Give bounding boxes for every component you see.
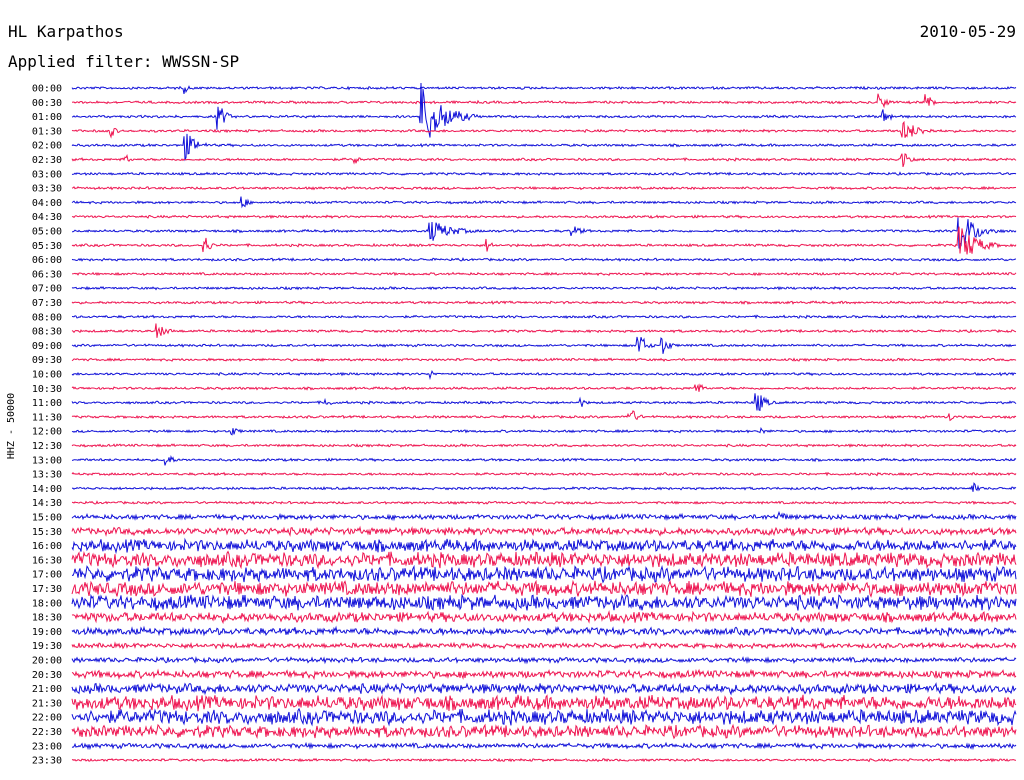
row-time-label: 00:00 [32, 84, 62, 95]
trace-row [71, 82, 1017, 138]
trace-row [71, 426, 1017, 436]
trace-row [71, 482, 1017, 492]
trace-row [71, 682, 1017, 696]
trace-row [71, 393, 1017, 411]
trace-row [71, 510, 1017, 522]
trace-row [71, 336, 1017, 354]
trace-row [71, 525, 1017, 537]
row-time-label: 06:00 [32, 255, 62, 266]
seismogram-plot: HHZ - 50000 00:00 00:30 01:00 01:30 02:00 02:… [6, 82, 1017, 767]
trace-row [71, 120, 1017, 139]
row-time-label: 20:30 [32, 670, 62, 681]
row-time-label: 15:30 [32, 527, 62, 538]
row-time-label: 02:00 [32, 141, 62, 152]
row-time-label: 10:00 [32, 370, 62, 381]
trace-row [71, 593, 1017, 612]
trace-row [71, 668, 1017, 681]
trace-row [71, 655, 1017, 665]
trace-row [71, 285, 1017, 291]
trace-row [71, 410, 1017, 422]
row-time-label: 19:00 [32, 627, 62, 638]
row-time-label: 15:00 [32, 513, 62, 524]
row-time-label: 16:00 [32, 541, 62, 552]
trace-row [71, 443, 1017, 448]
row-time-label: 07:00 [32, 284, 62, 295]
trace-row [71, 369, 1017, 381]
row-time-label: 18:00 [32, 598, 62, 609]
trace-row [71, 271, 1017, 277]
trace-row [71, 625, 1017, 638]
row-time-label: 08:30 [32, 327, 62, 338]
row-time-label: 09:00 [32, 341, 62, 352]
trace-row [71, 537, 1017, 555]
row-time-label: 14:30 [32, 498, 62, 509]
trace-row [71, 723, 1017, 740]
row-time-label: 09:30 [32, 355, 62, 366]
row-time-label: 23:00 [32, 741, 62, 752]
trace-row [71, 610, 1017, 625]
y-axis-label: HHZ - 50000 [6, 393, 17, 459]
row-time-label: 19:30 [32, 641, 62, 652]
row-time-label: 14:00 [32, 484, 62, 495]
trace-row [71, 214, 1017, 220]
row-time-label: 00:30 [32, 98, 62, 109]
row-time-label: 20:00 [32, 656, 62, 667]
row-time-label: 01:30 [32, 126, 62, 137]
row-time-label: 11:00 [32, 398, 62, 409]
row-time-label: 10:30 [32, 384, 62, 395]
row-time-label: 22:30 [32, 727, 62, 738]
row-time-label: 03:30 [32, 184, 62, 195]
trace-row [71, 383, 1017, 392]
row-time-label: 21:30 [32, 698, 62, 709]
row-time-label: 13:30 [32, 470, 62, 481]
trace-row [71, 85, 1017, 94]
row-time-label: 05:00 [32, 227, 62, 238]
trace-row [71, 257, 1017, 262]
trace-row [71, 757, 1016, 763]
row-time-label: 16:30 [32, 555, 62, 566]
trace-row [71, 357, 1017, 362]
trace-row [71, 196, 1017, 209]
trace-row [71, 153, 1017, 168]
row-time-label: 11:30 [32, 412, 62, 423]
trace-row [71, 300, 1017, 305]
trace-row [71, 185, 1017, 191]
row-time-label: 07:30 [32, 298, 62, 309]
row-time-label: 04:30 [32, 212, 62, 223]
trace-row [71, 579, 1017, 598]
row-time-label: 08:00 [32, 312, 62, 323]
trace-row [71, 133, 1017, 162]
row-time-label: 05:30 [32, 241, 62, 252]
trace-row [71, 550, 1017, 570]
row-time-label: 06:30 [32, 269, 62, 280]
trace-row [71, 694, 1017, 712]
trace-row [71, 93, 1017, 109]
trace-row [71, 641, 1017, 650]
row-time-label: 17:00 [32, 570, 62, 581]
row-time-label: 17:30 [32, 584, 62, 595]
trace-row [71, 171, 1017, 177]
row-time-label: 12:00 [32, 427, 62, 438]
row-time-label: 04:00 [32, 198, 62, 209]
trace-row [71, 314, 1017, 320]
trace-row [71, 564, 1017, 584]
trace-row [71, 741, 1017, 751]
row-time-label: 21:00 [32, 684, 62, 695]
trace-row [71, 454, 1017, 466]
row-time-label: 23:30 [32, 756, 62, 767]
trace-row [71, 707, 1017, 727]
y-axis-label-text: HHZ - 50000 [6, 393, 17, 459]
trace-row [71, 500, 1017, 505]
trace-row [71, 323, 1017, 338]
row-time-label: 03:00 [32, 169, 62, 180]
row-time-label: 22:00 [32, 713, 62, 724]
trace-row [71, 471, 1017, 477]
row-time-label: 02:30 [32, 155, 62, 166]
row-time-label: 12:30 [32, 441, 62, 452]
row-time-label: 01:00 [32, 112, 62, 123]
row-time-label: 13:00 [32, 455, 62, 466]
row-time-label: 18:30 [32, 613, 62, 624]
